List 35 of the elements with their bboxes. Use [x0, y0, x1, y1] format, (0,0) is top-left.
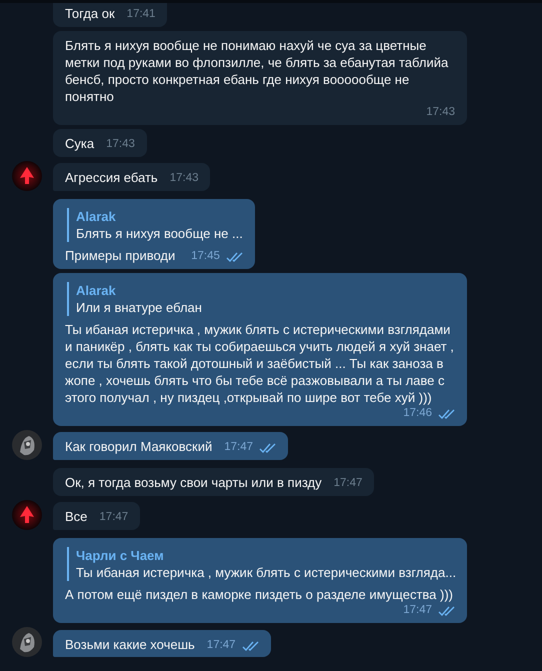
message-text: Как говорил Маяковский: [65, 438, 212, 455]
message-text: Ок, я тогда возьму свои чарты или в пизду: [65, 474, 322, 491]
message-time: 17:47: [334, 476, 362, 491]
message-time: 17:47: [206, 638, 236, 653]
message-time: 17:45: [191, 249, 220, 264]
message-time: 17:43: [170, 171, 198, 186]
message-text: Блять я нихуя вообще не понимаю нахуй че суа за цветные метки под руками во флопзилле, че блять за ебанутая таблийа бенсб, просто конкретная ебань где нихуя воооообще не понятно: [65, 37, 450, 105]
avatar[interactable]: [12, 500, 42, 530]
reply-quote[interactable]: Alarak Или я внатуре еблан: [67, 282, 455, 316]
reply-text: Или я внатуре еблан: [76, 299, 203, 316]
message-time: 17:47: [403, 603, 432, 618]
message-text: Возьми какие хочешь: [65, 636, 195, 653]
avatar[interactable]: [12, 430, 42, 460]
reply-text: Блять я нихуя вообще не ...: [76, 225, 243, 242]
message-time: 17:46: [403, 406, 432, 421]
message-time: 17:43: [106, 137, 135, 152]
message-time: 17:41: [126, 7, 156, 22]
message-time: 17:47: [99, 510, 128, 525]
message-time: 17:47: [224, 440, 254, 455]
reply-quote[interactable]: Чарли с Чаем Ты ибаная истеричка , мужик блять с истерическими взгляда...: [67, 547, 455, 581]
message-text: Тогда ок: [65, 5, 115, 22]
reply-author: Чарли с Чаем: [76, 547, 165, 564]
avatar[interactable]: [12, 161, 42, 191]
message-text: Все: [65, 508, 88, 525]
reply-text: Ты ибаная истеричка , мужик блять с истерическими взгляда...: [76, 564, 455, 581]
message-text: Ты ибаная истеричка , мужик блять с истерическими взглядами и паникёр , блять как ты собираешься учить людей я хуй знает , если ты блять такой дотошный и заёбистый ... Ты как заноза в жопе , хочешь блять что бы тебе всё разжовывали а ты лаве с этого получал , ну пиздец ,открывай по шире вот тебе хуй ))): [65, 321, 455, 406]
message-text: А потом ещё пиздел в каморке пиздеть о разделе имущества ))): [65, 586, 453, 603]
reply-author: Alarak: [76, 282, 117, 299]
message-text: Агрессия ебать: [65, 169, 158, 186]
message-text: Сука: [65, 135, 94, 152]
message-time: 17:43: [426, 105, 455, 120]
reply-author: Alarak: [76, 208, 117, 225]
message-text: Примеры приводи: [65, 247, 176, 264]
avatar[interactable]: [12, 627, 42, 657]
reply-quote[interactable]: Alarak Блять я нихуя вообще не ...: [67, 208, 243, 242]
